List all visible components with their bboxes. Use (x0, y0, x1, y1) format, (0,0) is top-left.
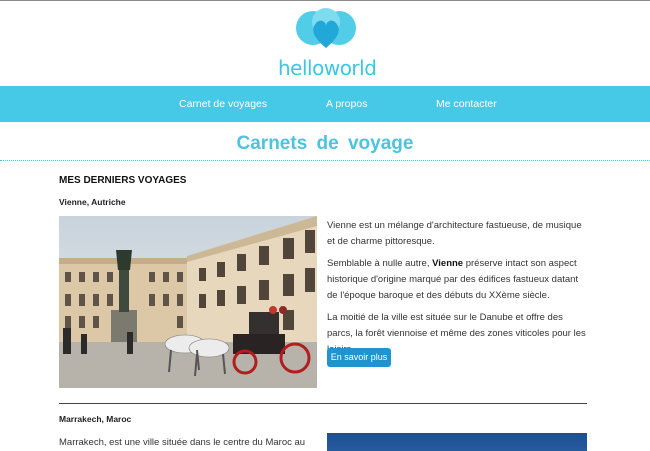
marrakech-photo (327, 433, 587, 451)
logo-text: helloworld (278, 56, 377, 80)
article-divider (59, 403, 587, 404)
article-title-marrakech: Marrakech, Maroc (59, 414, 132, 424)
vienne-paragraph-1: Vienne est un mélange d'architecture fas… (327, 220, 582, 247)
main-navbar: Carnet de voyages A propos Me contacter (0, 86, 650, 122)
section-heading: MES DERNIERS VOYAGES (59, 175, 187, 186)
article-title-vienne: Vienne, Autriche (59, 197, 126, 207)
top-border (0, 0, 650, 1)
vienne-bold: Vienne (432, 258, 464, 269)
nav-a-propos[interactable]: A propos (326, 86, 367, 122)
page-title: Carnets de voyage (236, 133, 414, 154)
nav-me-contacter[interactable]: Me contacter (436, 86, 497, 122)
helloworld-logo[interactable]: helloworld (278, 8, 377, 80)
nav-carnet-de-voyages[interactable]: Carnet de voyages (179, 86, 267, 122)
read-more-button[interactable]: En savoir plus (327, 348, 391, 367)
vienna-photo (59, 216, 317, 388)
title-divider (0, 160, 650, 161)
vienne-paragraph-2: Semblable à nulle autre, Vienne préserve… (327, 258, 579, 301)
heart-clouds-icon (296, 8, 356, 48)
marrakech-paragraph-1: Marrakech, est une ville située dans le … (59, 437, 306, 448)
